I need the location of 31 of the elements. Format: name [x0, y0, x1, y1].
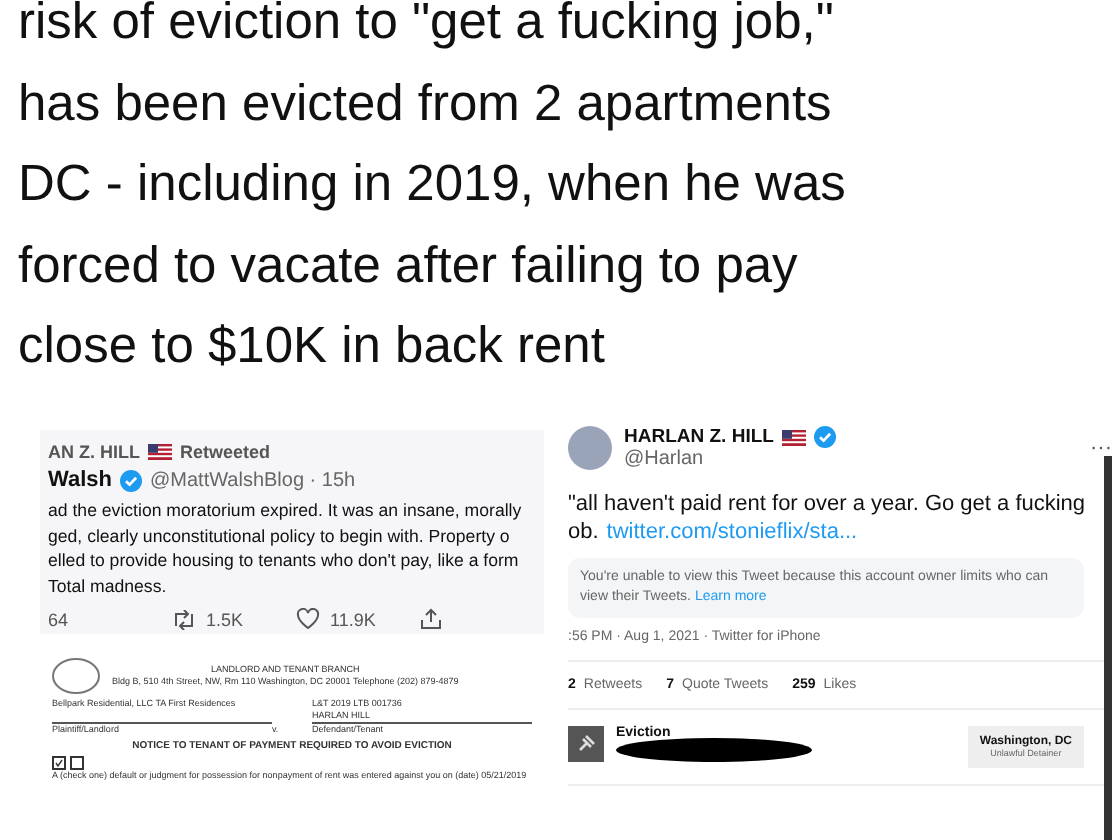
tweet-text-line: elled to provide housing to tenants who don't pay, like a form [48, 548, 521, 573]
tweet-text-line: ob. [568, 518, 599, 546]
flag-icon [148, 444, 172, 460]
action-count: 11.9K [330, 609, 376, 629]
author-name: Walsh [48, 468, 112, 492]
tweet-text-line: "all haven't paid rent for over a year. Go get a fucking [568, 490, 1088, 518]
headline-line: risk of eviction to "get a fucking job," [18, 0, 836, 54]
avatar [568, 426, 612, 470]
verified-icon [813, 426, 836, 448]
tweet-text-line: ged, clearly unconstitutional policy to begin with. Property o [48, 523, 512, 548]
heart-icon[interactable] [296, 608, 320, 630]
more-button[interactable]: ··· [1090, 436, 1112, 460]
tweet-text-line: ad the eviction moratorium expired. It was an insane, morally [48, 498, 524, 523]
retweet-icon[interactable] [172, 609, 196, 629]
account-handle: @Harlan [624, 448, 706, 470]
gavel-icon [568, 726, 604, 762]
headline-line: DC - including in 2019, when he was [18, 154, 848, 216]
account-name: HARLAN Z. HILL [624, 426, 774, 448]
headline-line: has been evicted from 2 apartments [18, 73, 834, 135]
author-handle: @MattWalshBlog · 15h [150, 469, 356, 491]
tweet-link[interactable]: twitter.com/stonieflix/sta... [606, 518, 858, 546]
verified-icon [120, 469, 142, 491]
headline-line: forced to vacate after failing to pay [18, 235, 800, 297]
retweeter-name: AN Z. HILL [48, 442, 140, 462]
action-count: 64 [48, 609, 69, 629]
retweeted-label: Retweeted [180, 442, 271, 462]
action-count: 1.5K [206, 609, 244, 629]
share-icon[interactable] [420, 608, 442, 630]
headline-line: close to $10K in back rent [18, 316, 607, 378]
tweet-text-line: Total madness. [48, 573, 169, 598]
flag-icon [781, 429, 806, 445]
